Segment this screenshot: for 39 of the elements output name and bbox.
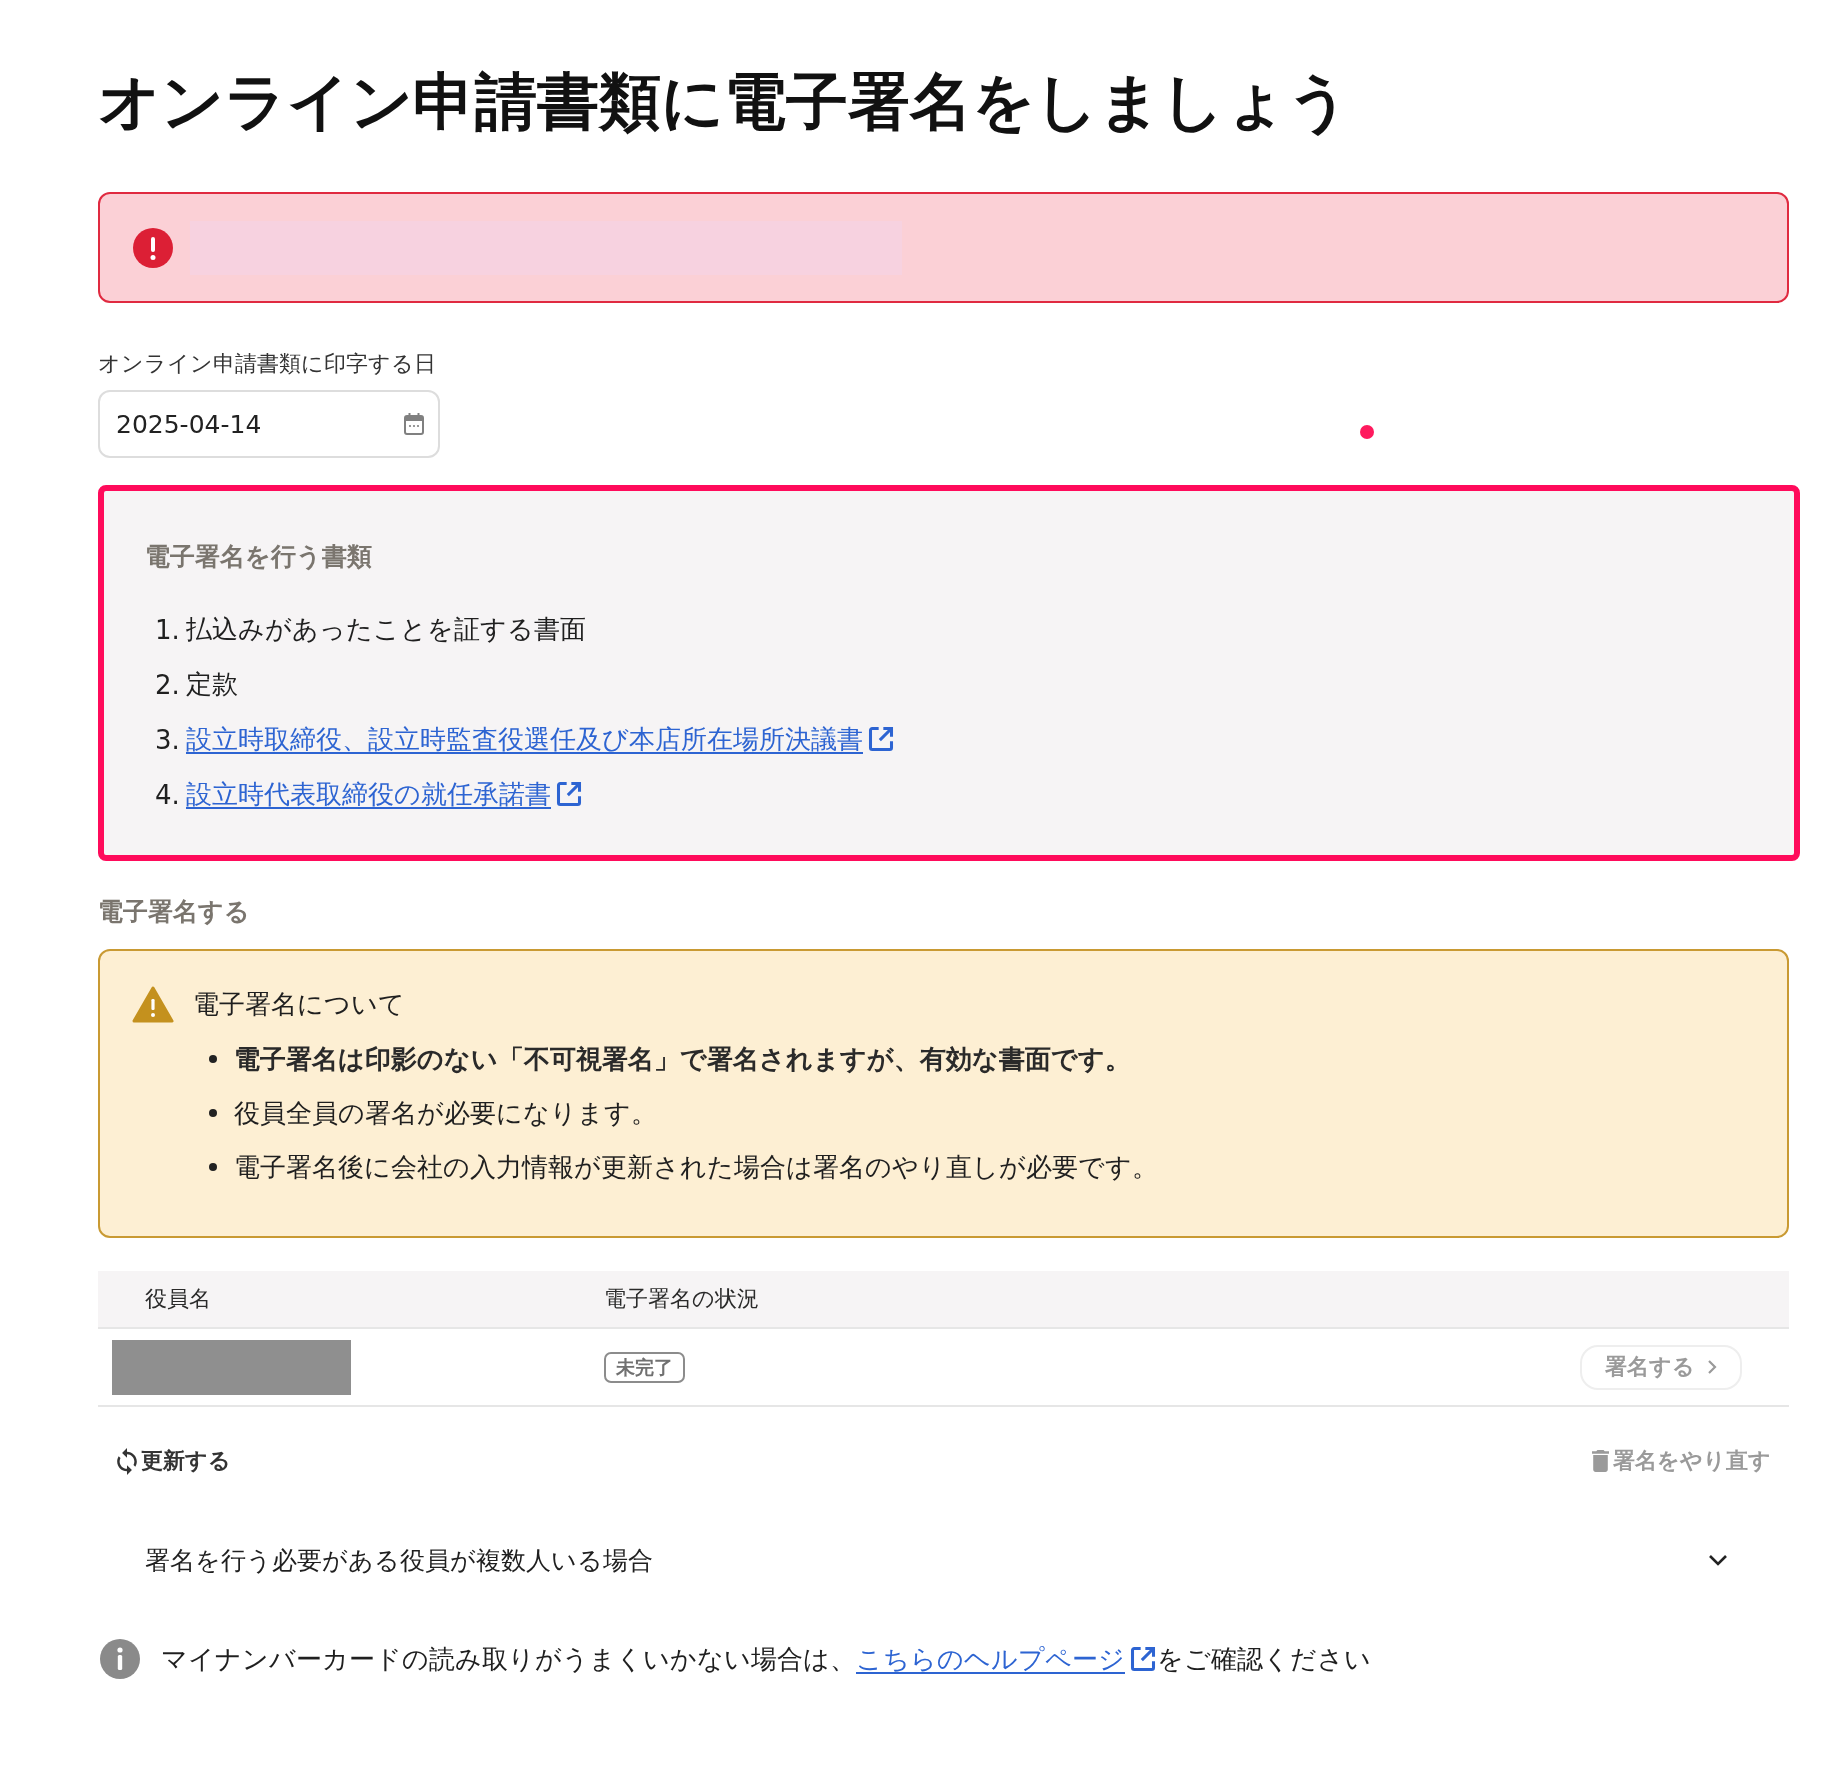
page-title: オンライン申請書類に電子署名をしましょう (98, 64, 1350, 140)
document-name: 払込みがあったことを証する書面 (186, 613, 586, 646)
refresh-button[interactable]: 更新する (117, 1446, 231, 1476)
chevron-right-icon (1707, 1359, 1717, 1375)
list-number: 2. (155, 669, 181, 700)
notice-text: 役員全員の署名が必要になります。 (234, 1096, 657, 1130)
field-label: オンライン申請書類に印字する日 (98, 350, 436, 378)
help-link[interactable]: こちらのヘルプページ (856, 1644, 1157, 1674)
bullet-icon (209, 1163, 217, 1171)
notice-text: 電子署名後に会社の入力情報が更新された場合は署名のやり直しが必要です。 (234, 1150, 1158, 1184)
refresh-icon (117, 1447, 137, 1475)
list-number: 3. (155, 724, 181, 755)
calendar-icon[interactable] (404, 413, 424, 435)
list-number: 4. (155, 779, 181, 810)
info-icon (100, 1639, 140, 1679)
column-header: 電子署名の状況 (604, 1286, 759, 1311)
trash-icon (1592, 1450, 1609, 1472)
document-link[interactable]: 設立時取締役、設立時監査役選任及び本店所在場所決議書 (186, 722, 895, 757)
external-link-icon (555, 780, 583, 808)
notice-title: 電子署名について (193, 988, 405, 1021)
external-link-icon (867, 725, 895, 753)
bullet-icon (209, 1055, 217, 1063)
chevron-down-icon (1708, 1554, 1728, 1566)
list-number: 1. (155, 614, 181, 645)
dot-icon (1360, 425, 1374, 439)
bullet-icon (209, 1109, 217, 1117)
document-link[interactable]: 設立時代表取締役の就任承諾書 (186, 777, 583, 812)
notice-text: 電子署名は印影のない「不可視署名」で署名されますが、有効な書面です。 (234, 1042, 1131, 1076)
date-input[interactable]: 2025-04-14 (98, 390, 440, 458)
exclamation-circle-icon (133, 227, 173, 268)
document-name: 定款 (186, 668, 238, 701)
accordion-toggle[interactable]: 署名を行う必要がある役員が複数人いる場合 (98, 1530, 1789, 1590)
status-badge: 未完了 (604, 1351, 685, 1383)
warning-icon (132, 985, 174, 1023)
column-header: 役員名 (145, 1286, 211, 1311)
external-link-icon (1129, 1645, 1157, 1673)
section-heading: 電子署名を行う書類 (145, 542, 372, 572)
help-note: マイナンバーカードの読み取りがうまくいかない場合は、こちらのヘルプページ をご確認ください (161, 1643, 1371, 1676)
section-heading: 電子署名する (98, 897, 250, 927)
